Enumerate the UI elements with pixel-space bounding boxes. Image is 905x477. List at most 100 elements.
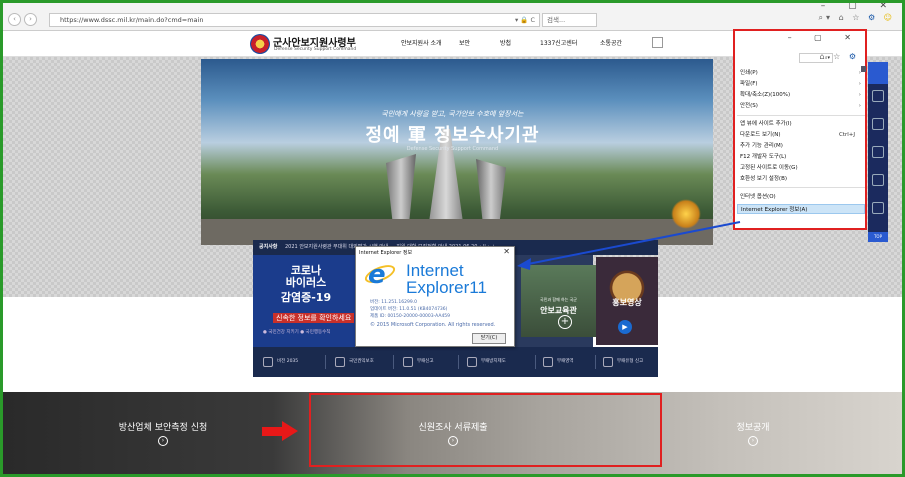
star-icon[interactable]: ☆ <box>852 13 862 22</box>
gear-icon[interactable]: ⚙ <box>849 52 859 61</box>
close-button[interactable]: 닫기(C) <box>472 333 506 344</box>
covid-line2: 바이러스 <box>285 276 327 289</box>
menu-item-compat-view[interactable]: 호환성 보기 설정(B) <box>737 174 865 184</box>
menu-item-file[interactable]: 파일(F) › <box>737 79 865 89</box>
version-text: 버전: 11.251.16299.0 <box>370 300 418 305</box>
menu-window-controls[interactable]: – ▢ ✕ <box>788 33 861 42</box>
menu-item-label: 확대/축소(Z)(100%) <box>740 92 791 98</box>
product-name-line2: Explorer11 <box>406 278 487 297</box>
notice-label: 공지사항 <box>259 244 278 250</box>
side-bar-icon[interactable] <box>872 90 884 102</box>
covid-sub[interactable]: ● 국민건강 지키기 ● 국민행동수칙 <box>263 329 330 335</box>
emblem-sun <box>671 199 701 229</box>
menu-separator <box>737 187 865 188</box>
menu-item-label: 인쇄(P) <box>740 70 758 76</box>
quick-menu-item[interactable]: 부패방지제도 <box>465 347 506 377</box>
star-icon[interactable]: ☆ <box>833 52 843 61</box>
menu-item-zoom[interactable]: 확대/축소(Z)(100%) › <box>737 90 865 100</box>
menu-item-label: 다운로드 보기(N) <box>740 132 781 138</box>
side-bar-icon[interactable] <box>872 202 884 214</box>
gnb-item[interactable]: 안보지원사 소개 <box>401 38 442 47</box>
ie-logo-icon: e <box>368 260 386 290</box>
back-button[interactable]: ‹ <box>8 13 21 26</box>
bulb-icon <box>263 357 273 367</box>
covid-line3: 감염증-19 <box>280 291 332 304</box>
top-button[interactable]: TOP <box>868 232 888 242</box>
menu-item-safety[interactable]: 안전(S) › <box>737 101 865 111</box>
side-bar-icon[interactable] <box>872 174 884 186</box>
menu-item-label: 안전(S) <box>740 103 758 109</box>
play-icon[interactable]: ▶ <box>618 320 632 334</box>
tools-menu: – ▢ ✕ ⌕▾ ⌂ ☆ ⚙ 인쇄(P) › 파일(F) › 확대/축소(Z)(10… <box>733 29 867 230</box>
highlight-box-banner <box>309 393 662 467</box>
card-caption: 국민과 함께 하는 국군 <box>540 297 577 302</box>
plus-box-icon <box>603 357 613 367</box>
home-icon[interactable]: ⌂ <box>819 52 827 61</box>
banner-title: 방산업체 보안측정 신청 <box>118 423 208 433</box>
quick-menu-label: 비전 2035 <box>277 359 299 364</box>
quick-menu-item[interactable]: 부패영역 <box>541 347 574 377</box>
close-icon[interactable]: ✕ <box>503 247 510 256</box>
menu-icons: ⌂ ☆ ⚙ <box>819 52 859 61</box>
search-input[interactable]: 검색... <box>542 13 597 27</box>
product-id-text: 제품 ID: 00150-20000-00003-AA459 <box>370 314 451 319</box>
browser-right-icons: ⌕▾ ⌂ ☆ ⚙ ☺ <box>819 13 895 23</box>
about-ie-dialog: Internet Explorer 정보 ✕ e Internet Explor… <box>355 246 515 347</box>
chevron-right-icon: › <box>858 70 861 76</box>
divider <box>325 355 326 369</box>
covid-title: 코로나 바이러스 <box>253 265 359 289</box>
update-text: 업데이트 버전: 11.0.51 (KB4074736) <box>370 307 448 312</box>
divider <box>393 355 394 369</box>
banner-info-disclosure[interactable]: 정보공개 › <box>653 392 853 474</box>
side-bar-active[interactable] <box>868 62 888 84</box>
covid-banner[interactable]: 코로나 바이러스 감염증-19 신속한 정보를 확인하세요 ● 국민건강 지키기… <box>253 255 359 347</box>
divider <box>535 355 536 369</box>
forward-button[interactable]: › <box>24 13 37 26</box>
chevron-right-icon: › <box>748 436 758 446</box>
card-title: 홍보영상 <box>612 298 642 307</box>
quick-menu-item[interactable]: 부패신고 <box>401 347 434 377</box>
home-icon[interactable]: ⌂ <box>839 13 847 22</box>
menu-item-about-ie[interactable]: Internet Explorer 정보(A) <box>737 204 865 214</box>
gear-icon[interactable]: ⚙ <box>868 13 878 22</box>
divider <box>595 355 596 369</box>
gnb-item[interactable]: 소통공간 <box>600 38 622 47</box>
quick-menu-item[interactable]: 국민권익보호 <box>333 347 374 377</box>
promo-video-card[interactable]: 홍보영상 ▶ <box>596 257 658 345</box>
search-icon[interactable]: ⌕▾ <box>819 13 834 22</box>
menu-item-internet-options[interactable]: 인터넷 옵션(O) <box>737 192 865 202</box>
banner-title: 정보공개 <box>736 423 770 433</box>
quick-menu-item[interactable]: 부패유형 신고 <box>601 347 643 377</box>
address-bar[interactable]: https://www.dssc.mil.kr/main.do?cmd=main… <box>49 13 540 27</box>
menu-item-pinned-sites[interactable]: 고정된 사이트로 이동(G) <box>737 163 865 173</box>
gnb-item[interactable]: 보안 <box>459 38 470 47</box>
dialog-title: Internet Explorer 정보 <box>359 250 413 256</box>
menu-item-f12-devtools[interactable]: F12 개발자 도구(L) <box>737 152 865 162</box>
address-tools[interactable]: ▾ 🔒 C <box>515 14 535 26</box>
chevron-right-icon: › <box>858 81 861 87</box>
menu-toggle-button[interactable] <box>652 37 663 48</box>
card-title: 안보교육관 <box>540 306 577 315</box>
quick-menu-item[interactable]: 비전 2035 <box>261 347 298 377</box>
gnb-item[interactable]: 방첩 <box>500 38 511 47</box>
logo-emblem[interactable] <box>250 34 270 54</box>
menu-item-view-downloads[interactable]: 다운로드 보기(N) Ctrl+J <box>737 130 865 140</box>
arrow-head <box>282 421 298 441</box>
gnb-item[interactable]: 1337신고센터 <box>540 38 577 47</box>
side-bar-icon[interactable] <box>872 118 884 130</box>
menu-item-manage-addons[interactable]: 추가 기능 관리(M) <box>737 141 865 151</box>
plus-icon[interactable]: + <box>558 315 572 329</box>
clipboard-icon <box>543 357 553 367</box>
menu-item-print[interactable]: 인쇄(P) › <box>737 68 865 78</box>
window-controls[interactable]: – ▢ ✕ <box>821 1 897 11</box>
menu-item-label: 추가 기능 관리(M) <box>740 143 783 149</box>
banner-defense-security[interactable]: 방산업체 보안측정 신청 › <box>63 392 263 474</box>
menu-item-label: 고정된 사이트로 이동(G) <box>740 165 798 171</box>
red-arrow-annotation <box>262 421 298 441</box>
quick-menu-label: 부패방지제도 <box>481 359 506 364</box>
side-bar-icon[interactable] <box>872 146 884 158</box>
menu-item-add-site-app-view[interactable]: 앱 뷰에 사이트 추가(I) <box>737 119 865 129</box>
smile-icon[interactable]: ☺ <box>884 13 895 22</box>
hero-photo <box>201 59 713 245</box>
logo-subtitle: Defense Security Support Command <box>274 47 357 52</box>
